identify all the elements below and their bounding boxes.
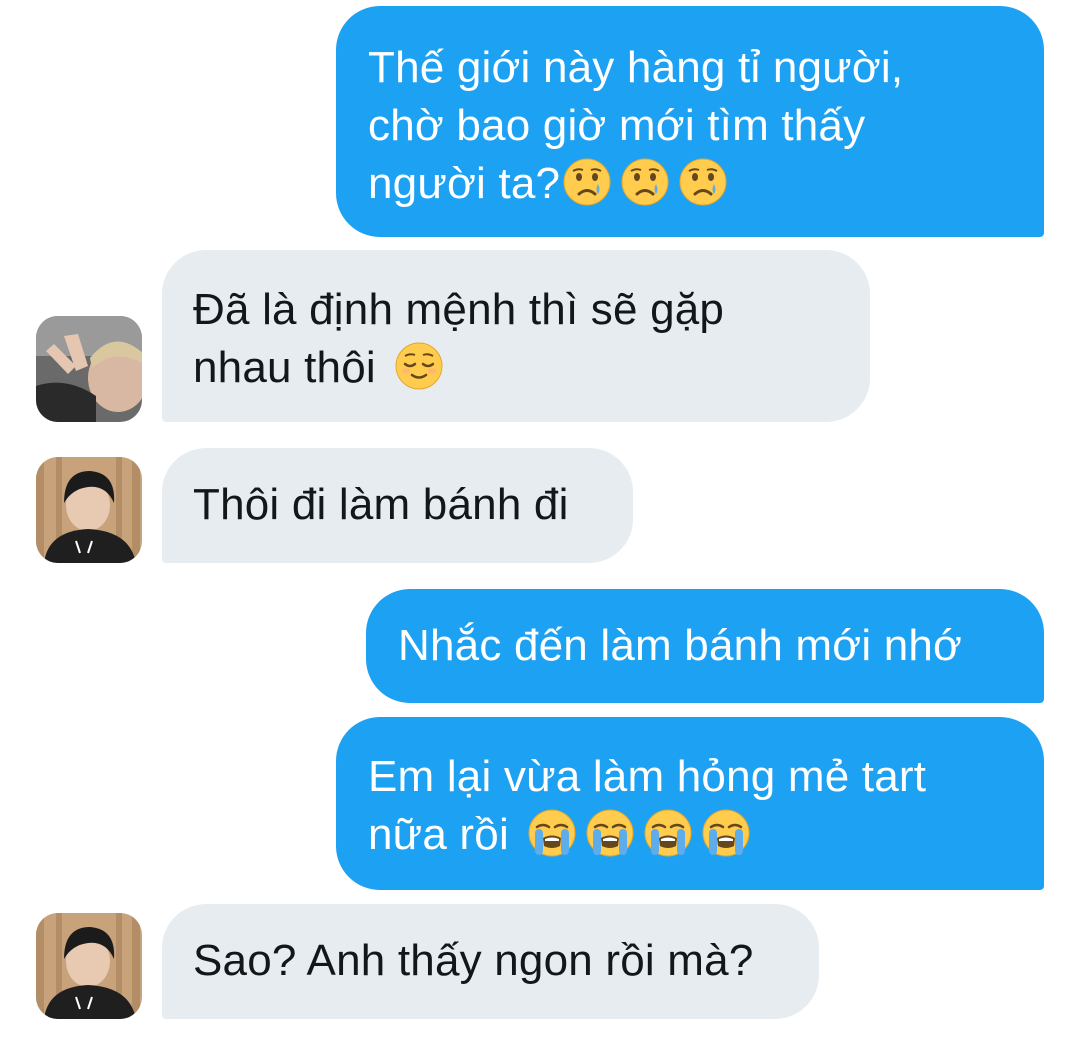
loudly-crying-face-emoji xyxy=(585,808,635,858)
message-bubble-received[interactable]: Đã là định mệnh thì sẽ gặp nhau thôi xyxy=(162,250,870,422)
contact-avatar[interactable] xyxy=(36,913,142,1019)
message-text: Em lại vừa làm hỏng mẻ tart xyxy=(368,752,927,801)
message-bubble-received[interactable]: Thôi đi làm bánh đi xyxy=(162,448,633,563)
message-line: nhau thôi xyxy=(193,339,870,397)
loudly-crying-face-emoji xyxy=(643,808,693,858)
message-text: nhau thôi xyxy=(193,343,376,392)
message-text: Thế giới này hàng tỉ người, xyxy=(368,43,904,92)
message-text: Sao? Anh thấy ngon rồi mà? xyxy=(193,936,754,985)
message-line: người ta? xyxy=(368,155,1044,213)
crying-face-emoji xyxy=(678,157,728,207)
avatar-photo xyxy=(36,316,142,422)
avatar-photo xyxy=(36,457,142,563)
message-text: Thôi đi làm bánh đi xyxy=(193,480,569,529)
message-text: người ta? xyxy=(368,159,561,208)
contact-avatar[interactable] xyxy=(36,316,142,422)
message-text: Nhắc đến làm bánh mới nhớ xyxy=(398,621,963,670)
crying-face-emoji xyxy=(620,157,670,207)
message-text: nữa rồi xyxy=(368,810,509,859)
message-bubble-sent[interactable]: Thế giới này hàng tỉ người, chờ bao giờ … xyxy=(336,6,1044,237)
loudly-crying-face-emoji xyxy=(527,808,577,858)
message-text: chờ bao giờ mới tìm thấy xyxy=(368,101,866,150)
avatar-photo xyxy=(36,913,142,1019)
message-bubble-received[interactable]: Sao? Anh thấy ngon rồi mà? xyxy=(162,904,819,1019)
message-text: Đã là định mệnh thì sẽ gặp xyxy=(193,285,725,334)
message-bubble-sent[interactable]: Em lại vừa làm hỏng mẻ tart nữa rồi xyxy=(336,717,1044,890)
loudly-crying-face-emoji xyxy=(701,808,751,858)
contact-avatar[interactable] xyxy=(36,457,142,563)
crying-face-emoji xyxy=(562,157,612,207)
message-line: nữa rồi xyxy=(368,806,1044,864)
relieved-face-emoji xyxy=(394,341,444,391)
message-bubble-sent[interactable]: Nhắc đến làm bánh mới nhớ xyxy=(366,589,1044,703)
